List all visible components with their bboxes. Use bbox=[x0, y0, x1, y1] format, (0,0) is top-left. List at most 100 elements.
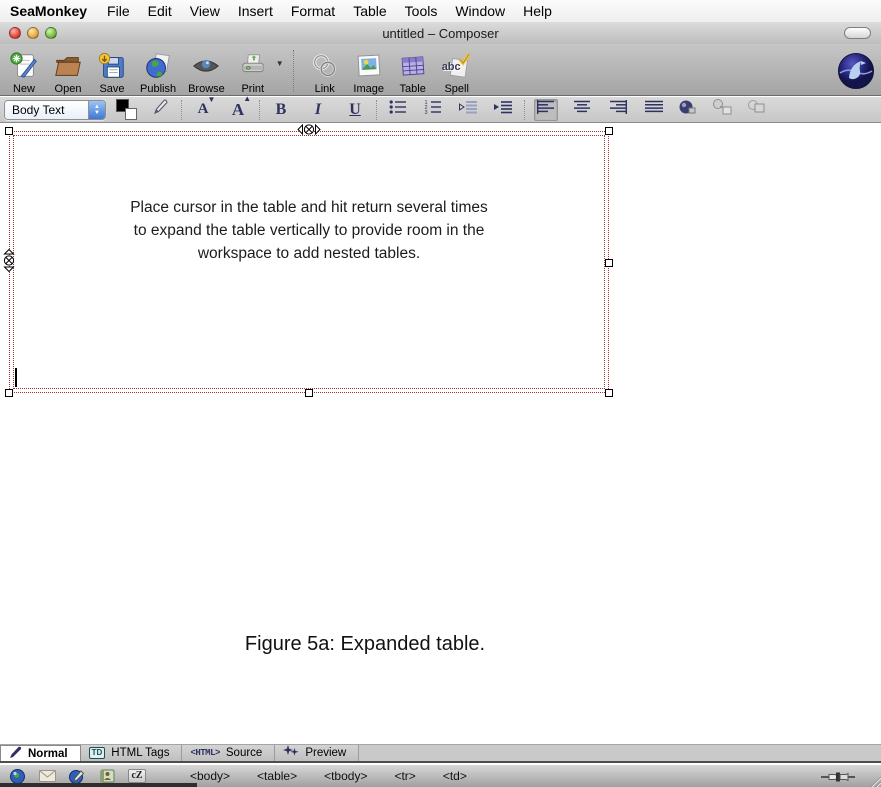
numbered-list-icon: 123 bbox=[424, 99, 442, 120]
pencil-icon bbox=[9, 746, 22, 762]
tab-preview[interactable]: Preview bbox=[275, 745, 359, 761]
align-left-icon bbox=[537, 100, 555, 119]
decrease-font-size-button[interactable]: A▼ bbox=[191, 99, 215, 121]
figure-caption: Figure 5a: Expanded table. bbox=[0, 633, 730, 656]
publish-button[interactable]: Publish bbox=[134, 47, 182, 95]
text-color-picker[interactable] bbox=[116, 99, 140, 121]
resize-handle-right[interactable] bbox=[605, 259, 613, 267]
table-icon bbox=[397, 50, 429, 82]
tag-tr[interactable]: <tr> bbox=[394, 769, 415, 783]
save-button[interactable]: Save bbox=[90, 47, 134, 95]
browse-button[interactable]: Browse bbox=[182, 47, 231, 95]
online-offline-icon[interactable] bbox=[821, 770, 855, 787]
composer-icon[interactable] bbox=[68, 768, 86, 784]
send-backward-button[interactable] bbox=[710, 99, 734, 121]
resize-handle-bottom[interactable] bbox=[305, 389, 313, 397]
menu-bar: SeaMonkey File Edit View Insert Format T… bbox=[0, 0, 881, 22]
print-icon bbox=[237, 50, 269, 82]
menu-format[interactable]: Format bbox=[282, 0, 344, 22]
increase-font-size-button[interactable]: A▲ bbox=[226, 99, 250, 121]
menu-window[interactable]: Window bbox=[446, 0, 514, 22]
selected-table[interactable]: Place cursor in the table and hit return… bbox=[9, 131, 609, 393]
menu-view[interactable]: View bbox=[181, 0, 229, 22]
tag-body[interactable]: <body> bbox=[190, 769, 230, 783]
bullet-list-button[interactable] bbox=[386, 99, 410, 121]
html-source-icon: <HTML> bbox=[190, 748, 219, 758]
numbered-list-button[interactable]: 123 bbox=[421, 99, 445, 121]
absolute-position-button[interactable] bbox=[675, 99, 699, 121]
menu-seamonkey[interactable]: SeaMonkey bbox=[4, 0, 98, 22]
image-button[interactable]: Image bbox=[347, 47, 391, 95]
table-button[interactable]: Table bbox=[391, 47, 435, 95]
spell-check-icon: abc bbox=[441, 50, 473, 82]
window-title: untitled – Composer bbox=[0, 22, 881, 44]
tab-preview-label: Preview bbox=[305, 747, 346, 759]
tab-html-tags[interactable]: TD HTML Tags bbox=[81, 745, 183, 761]
menu-help[interactable]: Help bbox=[514, 0, 561, 22]
column-width-widget-icon[interactable] bbox=[296, 123, 322, 141]
print-button[interactable]: Print bbox=[231, 47, 275, 95]
tag-table[interactable]: <table> bbox=[257, 769, 297, 783]
title-bar[interactable]: untitled – Composer bbox=[0, 22, 881, 44]
new-document-icon bbox=[8, 50, 40, 82]
align-left-button[interactable] bbox=[534, 99, 558, 121]
send-backward-icon bbox=[711, 99, 733, 120]
link-chain-icon bbox=[309, 50, 341, 82]
tab-source[interactable]: <HTML> Source bbox=[182, 745, 275, 761]
link-button[interactable]: Link bbox=[303, 47, 347, 95]
justify-button[interactable] bbox=[642, 99, 666, 121]
background-color-swatch[interactable] bbox=[125, 108, 137, 120]
underline-button[interactable]: U bbox=[343, 99, 367, 121]
toolbar-toggle-button[interactable] bbox=[844, 27, 871, 39]
image-button-label: Image bbox=[353, 83, 384, 95]
publish-button-label: Publish bbox=[140, 83, 176, 95]
resize-grip[interactable] bbox=[867, 773, 881, 787]
resize-handle-bottom-right[interactable] bbox=[605, 389, 613, 397]
indent-icon bbox=[493, 99, 513, 120]
navigator-icon[interactable] bbox=[8, 768, 26, 784]
browse-eye-icon bbox=[190, 50, 222, 82]
row-height-widget-icon[interactable] bbox=[3, 248, 16, 279]
resize-handle-top-right[interactable] bbox=[605, 127, 613, 135]
highlight-color-button[interactable] bbox=[148, 99, 172, 121]
spell-button[interactable]: abc Spell bbox=[435, 47, 479, 95]
outdent-button[interactable] bbox=[456, 99, 480, 121]
tab-normal[interactable]: Normal bbox=[0, 745, 81, 761]
toolbar-separator bbox=[293, 50, 294, 92]
menu-tools[interactable]: Tools bbox=[396, 0, 447, 22]
align-right-button[interactable] bbox=[606, 99, 630, 121]
outdent-icon bbox=[458, 99, 478, 120]
chatzilla-icon[interactable]: cZ bbox=[128, 768, 146, 784]
editor-canvas[interactable]: Place cursor in the table and hit return… bbox=[0, 124, 881, 744]
italic-button[interactable]: I bbox=[306, 99, 330, 121]
bring-forward-icon bbox=[746, 99, 768, 120]
open-button[interactable]: Open bbox=[46, 47, 90, 95]
resize-handle-bottom-left[interactable] bbox=[5, 389, 13, 397]
print-dropdown-arrow[interactable]: ▼ bbox=[276, 59, 284, 68]
seamonkey-throbber-icon[interactable] bbox=[837, 52, 875, 90]
save-floppy-icon bbox=[96, 50, 128, 82]
bring-forward-button[interactable] bbox=[745, 99, 769, 121]
smaller-font-icon: A▼ bbox=[198, 101, 209, 118]
tag-tbody[interactable]: <tbody> bbox=[324, 769, 367, 783]
paragraph-style-select[interactable]: Body Text ▲▼ bbox=[4, 100, 106, 120]
align-center-button[interactable] bbox=[570, 99, 594, 121]
tag-td[interactable]: <td> bbox=[443, 769, 467, 783]
address-book-icon[interactable] bbox=[98, 768, 116, 784]
format-separator bbox=[259, 100, 260, 120]
new-button[interactable]: New bbox=[2, 47, 46, 95]
menu-file[interactable]: File bbox=[98, 0, 139, 22]
layer-sphere-icon bbox=[678, 99, 696, 120]
table-text-line: workspace to add nested tables. bbox=[10, 242, 608, 265]
chatzilla-cz-text: cZ bbox=[128, 769, 145, 783]
underline-icon: U bbox=[349, 101, 361, 119]
tag-breadcrumb: <body> <table> <tbody> <tr> <td> bbox=[190, 769, 467, 783]
save-button-label: Save bbox=[99, 83, 124, 95]
resize-handle-top-left[interactable] bbox=[5, 127, 13, 135]
menu-table[interactable]: Table bbox=[344, 0, 395, 22]
bold-button[interactable]: B bbox=[269, 99, 293, 121]
indent-button[interactable] bbox=[491, 99, 515, 121]
mail-icon[interactable] bbox=[38, 768, 56, 784]
menu-insert[interactable]: Insert bbox=[229, 0, 282, 22]
menu-edit[interactable]: Edit bbox=[139, 0, 181, 22]
